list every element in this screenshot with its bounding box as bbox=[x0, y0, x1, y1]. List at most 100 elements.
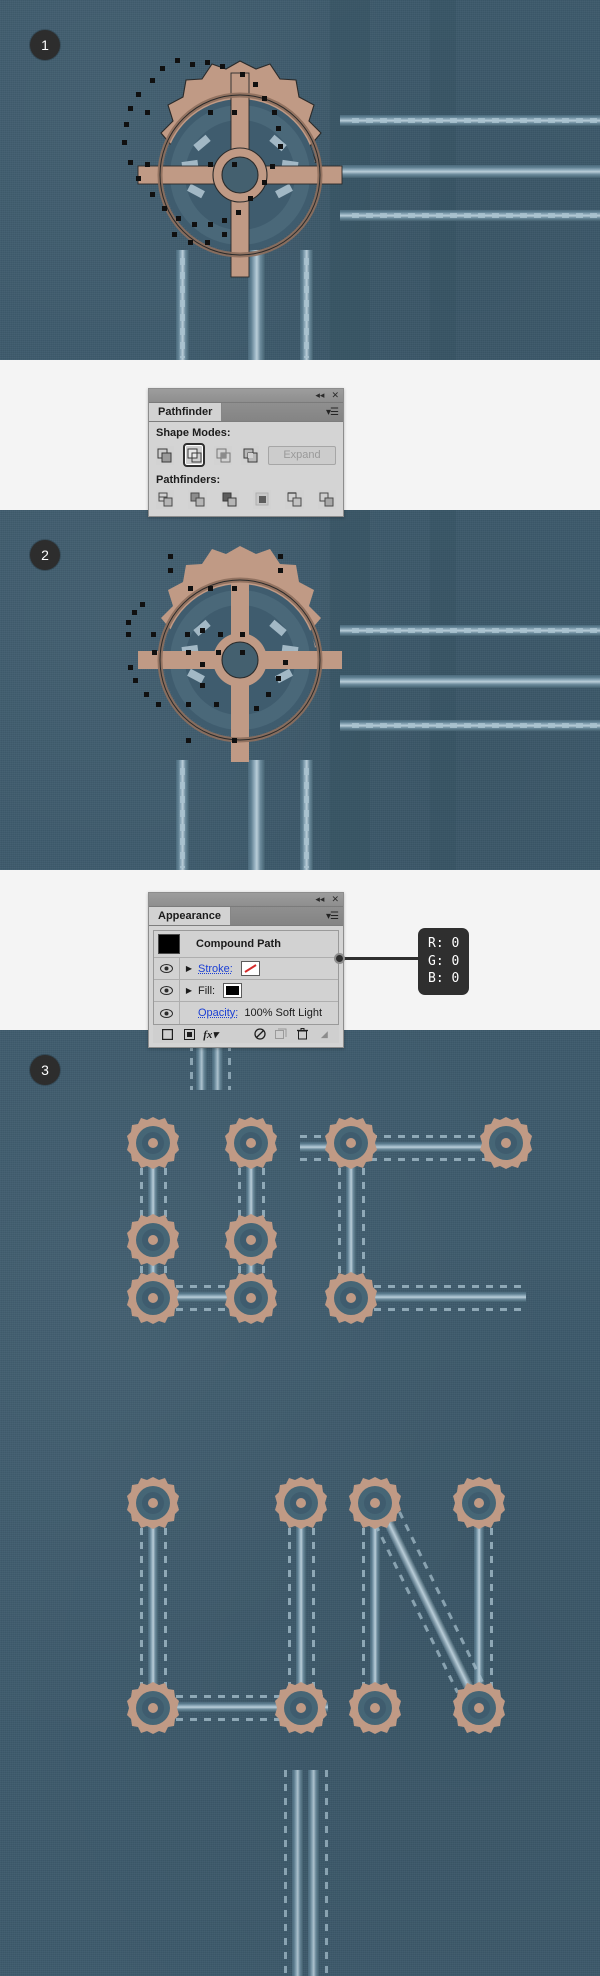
expand-triangle-icon[interactable]: ▶ bbox=[180, 964, 198, 973]
shape-mode-unite-button[interactable] bbox=[156, 445, 174, 465]
duplicate-item-icon[interactable] bbox=[271, 1028, 292, 1040]
appearance-titlebar[interactable]: ◂◂ ✕ bbox=[149, 893, 343, 907]
step-badge-2: 2 bbox=[30, 540, 60, 570]
resize-grip-icon[interactable]: ◢ bbox=[314, 1029, 335, 1040]
path-anchor-point bbox=[128, 665, 133, 670]
appearance-body: Compound Path ▶ Stroke: ▶ Fill: Opacity:… bbox=[149, 926, 343, 1047]
panel-menu-icon[interactable]: ▾☰ bbox=[326, 407, 339, 418]
shape-mode-minus-front-button[interactable] bbox=[182, 443, 206, 467]
step-badge-3: 3 bbox=[30, 1055, 60, 1085]
appearance-tabrow[interactable]: Appearance ▾☰ bbox=[149, 907, 343, 926]
path-anchor-point bbox=[192, 222, 197, 227]
gear-small bbox=[478, 1115, 534, 1171]
path-anchor-point bbox=[190, 62, 195, 67]
gear-small bbox=[347, 1680, 403, 1736]
pathfinder-merge-button[interactable] bbox=[220, 490, 239, 509]
close-icon[interactable]: ✕ bbox=[331, 391, 339, 400]
stroke-label[interactable]: Stroke: bbox=[198, 963, 233, 975]
collapse-icon[interactable]: ◂◂ bbox=[315, 391, 324, 400]
path-anchor-point bbox=[175, 58, 180, 63]
step-badge-1: 1 bbox=[30, 30, 60, 60]
callout-anchor-dot bbox=[334, 953, 345, 964]
stroke-swatch-none[interactable] bbox=[240, 961, 260, 976]
gear-small bbox=[273, 1680, 329, 1736]
path-anchor-point bbox=[168, 568, 173, 573]
dashed-marker-line bbox=[352, 213, 600, 218]
shape-mode-exclude-button[interactable] bbox=[241, 445, 259, 465]
appearance-row-stroke[interactable]: ▶ Stroke: bbox=[154, 958, 338, 980]
tab-pathfinder[interactable]: Pathfinder bbox=[149, 403, 223, 421]
path-anchor-point bbox=[200, 662, 205, 667]
gear-small bbox=[125, 1680, 181, 1736]
pathfinder-divide-button[interactable] bbox=[156, 490, 175, 509]
path-anchor-point bbox=[253, 82, 258, 87]
pathfinder-crop-button[interactable] bbox=[252, 490, 272, 509]
shape-mode-intersect-button[interactable] bbox=[214, 445, 233, 465]
pathfinder-tabrow[interactable]: Pathfinder ▾☰ bbox=[149, 403, 343, 422]
dashed-marker-line bbox=[288, 1500, 291, 1710]
add-new-effect-icon[interactable]: fx▾ bbox=[200, 1028, 221, 1041]
pathfinder-outline-button[interactable] bbox=[285, 490, 304, 509]
close-icon[interactable]: ✕ bbox=[331, 895, 339, 904]
path-anchor-point bbox=[140, 602, 145, 607]
pathfinder-trim-button[interactable] bbox=[188, 490, 207, 509]
add-new-fill-icon[interactable] bbox=[178, 1028, 199, 1040]
callout-line-r: R: 0 bbox=[428, 936, 460, 951]
path-anchor-point bbox=[136, 176, 141, 181]
gear-small bbox=[125, 1270, 181, 1326]
visibility-eye-icon[interactable] bbox=[154, 980, 180, 1001]
path-anchor-point bbox=[266, 692, 271, 697]
opacity-value[interactable]: 100% Soft Light bbox=[244, 1007, 322, 1019]
tab-empty-space: ▾☰ bbox=[231, 907, 343, 925]
path-anchor-point bbox=[276, 676, 281, 681]
clear-appearance-icon[interactable] bbox=[249, 1028, 270, 1040]
appearance-row-opacity[interactable]: Opacity: 100% Soft Light bbox=[154, 1002, 338, 1024]
path-anchor-point bbox=[151, 632, 156, 637]
path-anchor-point bbox=[186, 738, 191, 743]
path-anchor-point bbox=[185, 632, 190, 637]
path-anchor-point bbox=[262, 96, 267, 101]
path-anchor-point bbox=[133, 678, 138, 683]
path-anchor-point bbox=[172, 232, 177, 237]
opacity-label[interactable]: Opacity: bbox=[198, 1007, 238, 1019]
path-anchor-point bbox=[168, 554, 173, 559]
appearance-row-fill[interactable]: ▶ Fill: bbox=[154, 980, 338, 1002]
fill-label[interactable]: Fill: bbox=[198, 985, 215, 997]
appearance-panel-area: ◂◂ ✕ Appearance ▾☰ Compound Path ▶ Strok… bbox=[0, 870, 600, 1048]
path-anchor-point bbox=[232, 110, 237, 115]
tab-appearance[interactable]: Appearance bbox=[149, 907, 231, 925]
add-new-stroke-icon[interactable] bbox=[157, 1028, 178, 1040]
gear-small bbox=[125, 1475, 181, 1531]
expand-triangle-icon[interactable]: ▶ bbox=[180, 986, 198, 995]
pipe-horizontal bbox=[340, 675, 600, 688]
path-anchor-point bbox=[208, 586, 213, 591]
delete-item-icon[interactable] bbox=[292, 1028, 313, 1040]
gear-small bbox=[347, 1475, 403, 1531]
gear-small bbox=[223, 1115, 279, 1171]
panel-menu-icon[interactable]: ▾☰ bbox=[326, 911, 339, 922]
tutorial-page: 1 ◂◂ ✕ Pathfinder ▾☰ Shape Modes: Expand… bbox=[0, 0, 600, 1976]
pathfinder-panel[interactable]: ◂◂ ✕ Pathfinder ▾☰ Shape Modes: Expand P… bbox=[148, 388, 344, 517]
visibility-eye-icon[interactable] bbox=[154, 958, 180, 979]
object-thumbnail bbox=[158, 934, 180, 954]
fill-swatch-black[interactable] bbox=[223, 983, 243, 998]
pathfinder-titlebar[interactable]: ◂◂ ✕ bbox=[149, 389, 343, 403]
dashed-marker-line bbox=[140, 1500, 143, 1710]
gear-small bbox=[451, 1475, 507, 1531]
appearance-item-list: Compound Path ▶ Stroke: ▶ Fill: Opacity:… bbox=[153, 930, 339, 1025]
path-anchor-point bbox=[232, 162, 237, 167]
visibility-eye-icon[interactable] bbox=[154, 1002, 180, 1024]
pipe-vertical bbox=[292, 1770, 303, 1976]
path-anchor-point bbox=[240, 72, 245, 77]
path-anchor-point bbox=[162, 206, 167, 211]
path-anchor-point bbox=[218, 632, 223, 637]
collapse-icon[interactable]: ◂◂ bbox=[315, 895, 324, 904]
path-anchor-point bbox=[126, 632, 131, 637]
path-anchor-point bbox=[270, 164, 275, 169]
appearance-panel[interactable]: ◂◂ ✕ Appearance ▾☰ Compound Path ▶ Strok… bbox=[148, 892, 344, 1048]
path-anchor-point bbox=[186, 650, 191, 655]
gear-small bbox=[223, 1212, 279, 1268]
expand-button[interactable]: Expand bbox=[267, 445, 336, 465]
pathfinders-label: Pathfinders: bbox=[156, 474, 221, 486]
pathfinder-minus-back-button[interactable] bbox=[317, 490, 336, 509]
